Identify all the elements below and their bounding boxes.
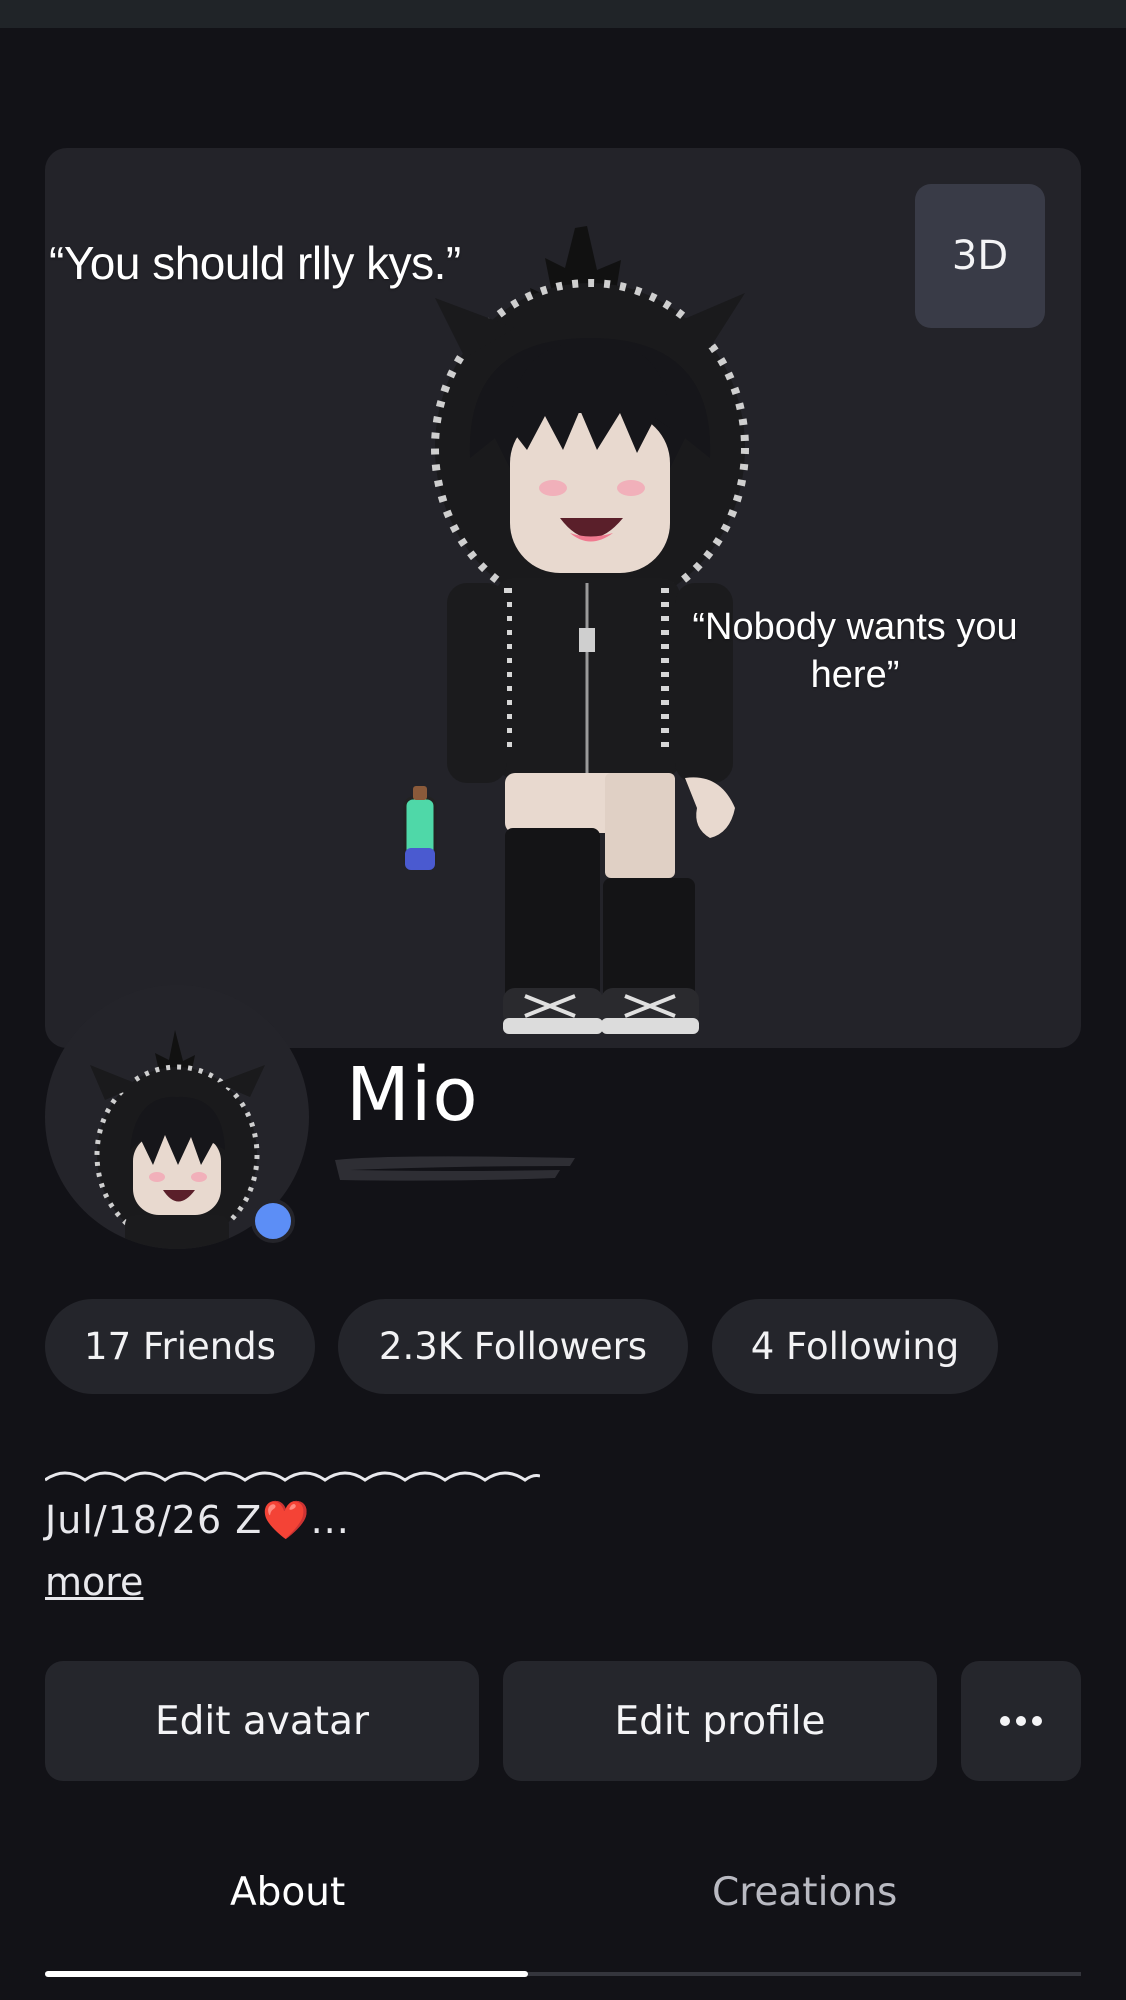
bio-wave-decoration bbox=[45, 1471, 540, 1482]
more-options-button[interactable] bbox=[961, 1661, 1081, 1781]
display-name: Mio bbox=[346, 1052, 479, 1138]
online-status-indicator bbox=[251, 1199, 295, 1243]
bio-more-link[interactable]: more bbox=[45, 1560, 143, 1604]
banner-caption-right: “Nobody wants you here” bbox=[692, 606, 1018, 696]
edit-avatar-button[interactable]: Edit avatar bbox=[45, 1661, 479, 1781]
banner-caption-top: “You should rlly kys.” bbox=[49, 237, 461, 289]
tab-about[interactable]: About bbox=[230, 1870, 345, 1915]
avatar-banner: “You should rlly kys.” “Nobody wants you… bbox=[45, 148, 1081, 1048]
friends-count-button[interactable]: 17 Friends bbox=[45, 1299, 315, 1394]
status-bar bbox=[0, 0, 1126, 28]
active-tab-indicator bbox=[45, 1971, 528, 1977]
edit-profile-button[interactable]: Edit profile bbox=[503, 1661, 937, 1781]
view-3d-button[interactable]: 3D bbox=[915, 184, 1045, 328]
followers-count-button[interactable]: 2.3K Followers bbox=[338, 1299, 688, 1394]
more-options-icon bbox=[1000, 1716, 1042, 1726]
tab-creations[interactable]: Creations bbox=[712, 1870, 897, 1915]
following-count-button[interactable]: 4 Following bbox=[712, 1299, 998, 1394]
bio-text: Jul/18/26 Z❤️... bbox=[45, 1498, 350, 1542]
username-redaction bbox=[335, 1156, 575, 1181]
